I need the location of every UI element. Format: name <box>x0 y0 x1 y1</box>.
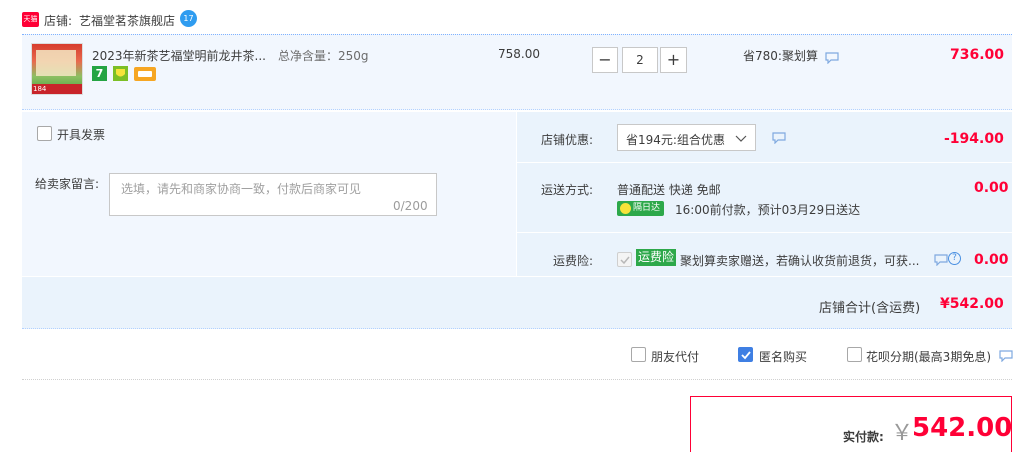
chat-icon[interactable] <box>934 254 948 267</box>
shop-header: 天猫 店铺: 艺福堂茗茶旗舰店 17 <box>22 10 322 30</box>
help-icon[interactable]: ? <box>948 252 961 265</box>
product-spec: 总净含量：250g <box>278 49 369 63</box>
shop-discount-label: 店铺优惠: <box>541 133 594 147</box>
order-info-panel: 开具发票 给卖家留言: 选填，请先和商家协商一致，付款后商家可见 0/200 店… <box>22 112 1012 329</box>
shop-level-icon: 17 <box>180 10 197 27</box>
huabei-checkbox[interactable] <box>847 347 862 362</box>
invoice-label: 开具发票 <box>57 128 106 142</box>
shipping-label: 运送方式: <box>541 183 594 197</box>
credit-card-icon <box>134 67 156 81</box>
shop-label: 店铺: <box>44 14 73 28</box>
message-placeholder: 选填，请先和商家协商一致，付款后商家可见 <box>121 182 362 196</box>
insurance-amount: 0.00 <box>974 252 1009 268</box>
next-day-tag: 隔日达 <box>617 201 664 216</box>
message-textarea[interactable]: 选填，请先和商家协商一致，付款后商家可见 0/200 <box>109 173 437 216</box>
unit-price: 758.00 <box>498 47 540 61</box>
insurance-badge-icon <box>113 66 128 81</box>
item-discount: 省780:聚划算 <box>743 49 818 63</box>
insurance-checkbox <box>617 252 632 267</box>
options-row: 朋友代付 匿名购买 花呗分期(最高3期免息) <box>22 330 1013 380</box>
chevron-down-icon <box>735 133 747 147</box>
message-label: 给卖家留言: <box>35 177 100 191</box>
shop-name-link[interactable]: 艺福堂茗茶旗舰店 <box>79 12 175 29</box>
shop-discount-amount: -194.00 <box>944 131 1004 147</box>
product-thumbnail[interactable]: 184 <box>31 43 83 95</box>
payment-amount: 542.00 <box>912 413 1013 443</box>
shop-discount-select[interactable]: 省194元:组合优惠 <box>617 124 756 151</box>
shop-total-label: 店铺合计(含运费) <box>819 301 921 316</box>
friend-pay-label: 朋友代付 <box>651 350 700 364</box>
checkmark-icon <box>741 351 751 360</box>
insurance-label: 运费险: <box>553 254 594 268</box>
quantity-minus-button[interactable]: − <box>592 47 618 73</box>
insurance-tag: 运费险 <box>636 249 677 266</box>
shop-total-amount: ¥542.00 <box>940 296 1004 312</box>
anonymous-checkbox[interactable] <box>738 347 753 362</box>
quantity-input[interactable]: 2 <box>622 47 658 73</box>
thumb-badge-price: 184 <box>33 85 47 93</box>
quantity-plus-button[interactable]: + <box>660 47 687 73</box>
lightning-icon <box>620 203 631 214</box>
tmall-badge-icon: 天猫 <box>22 12 39 27</box>
insurance-text: 聚划算卖家赠送，若确认收货前退货，可获... <box>680 254 920 268</box>
shipping-eta: 16:00前付款，预计03月29日送达 <box>675 203 861 217</box>
huabei-label: 花呗分期(最高3期免息) <box>866 350 991 364</box>
chat-icon[interactable] <box>825 52 839 65</box>
anonymous-label: 匿名购买 <box>759 350 808 364</box>
product-title[interactable]: 2023年新茶艺福堂明前龙井茶... <box>92 47 266 64</box>
shipping-method: 普通配送 快递 免邮 <box>617 183 721 197</box>
item-subtotal: 736.00 <box>950 47 1005 63</box>
item-row: 184 2023年新茶艺福堂明前龙井茶... 总净含量：250g 7 758.0… <box>22 34 1012 110</box>
friend-pay-checkbox[interactable] <box>631 347 646 362</box>
seven-day-return-icon: 7 <box>92 66 107 81</box>
chat-icon[interactable] <box>772 132 786 145</box>
payment-box: 实付款: ￥ 542.00 <box>690 396 1012 452</box>
message-counter: 0/200 <box>393 199 428 213</box>
payment-label: 实付款: <box>843 430 884 444</box>
payment-currency: ￥ <box>891 421 914 446</box>
chat-icon[interactable] <box>999 350 1013 363</box>
invoice-checkbox[interactable] <box>37 126 52 141</box>
shop-discount-value: 省194元:组合优惠 <box>626 133 725 147</box>
shipping-amount: 0.00 <box>974 180 1009 196</box>
